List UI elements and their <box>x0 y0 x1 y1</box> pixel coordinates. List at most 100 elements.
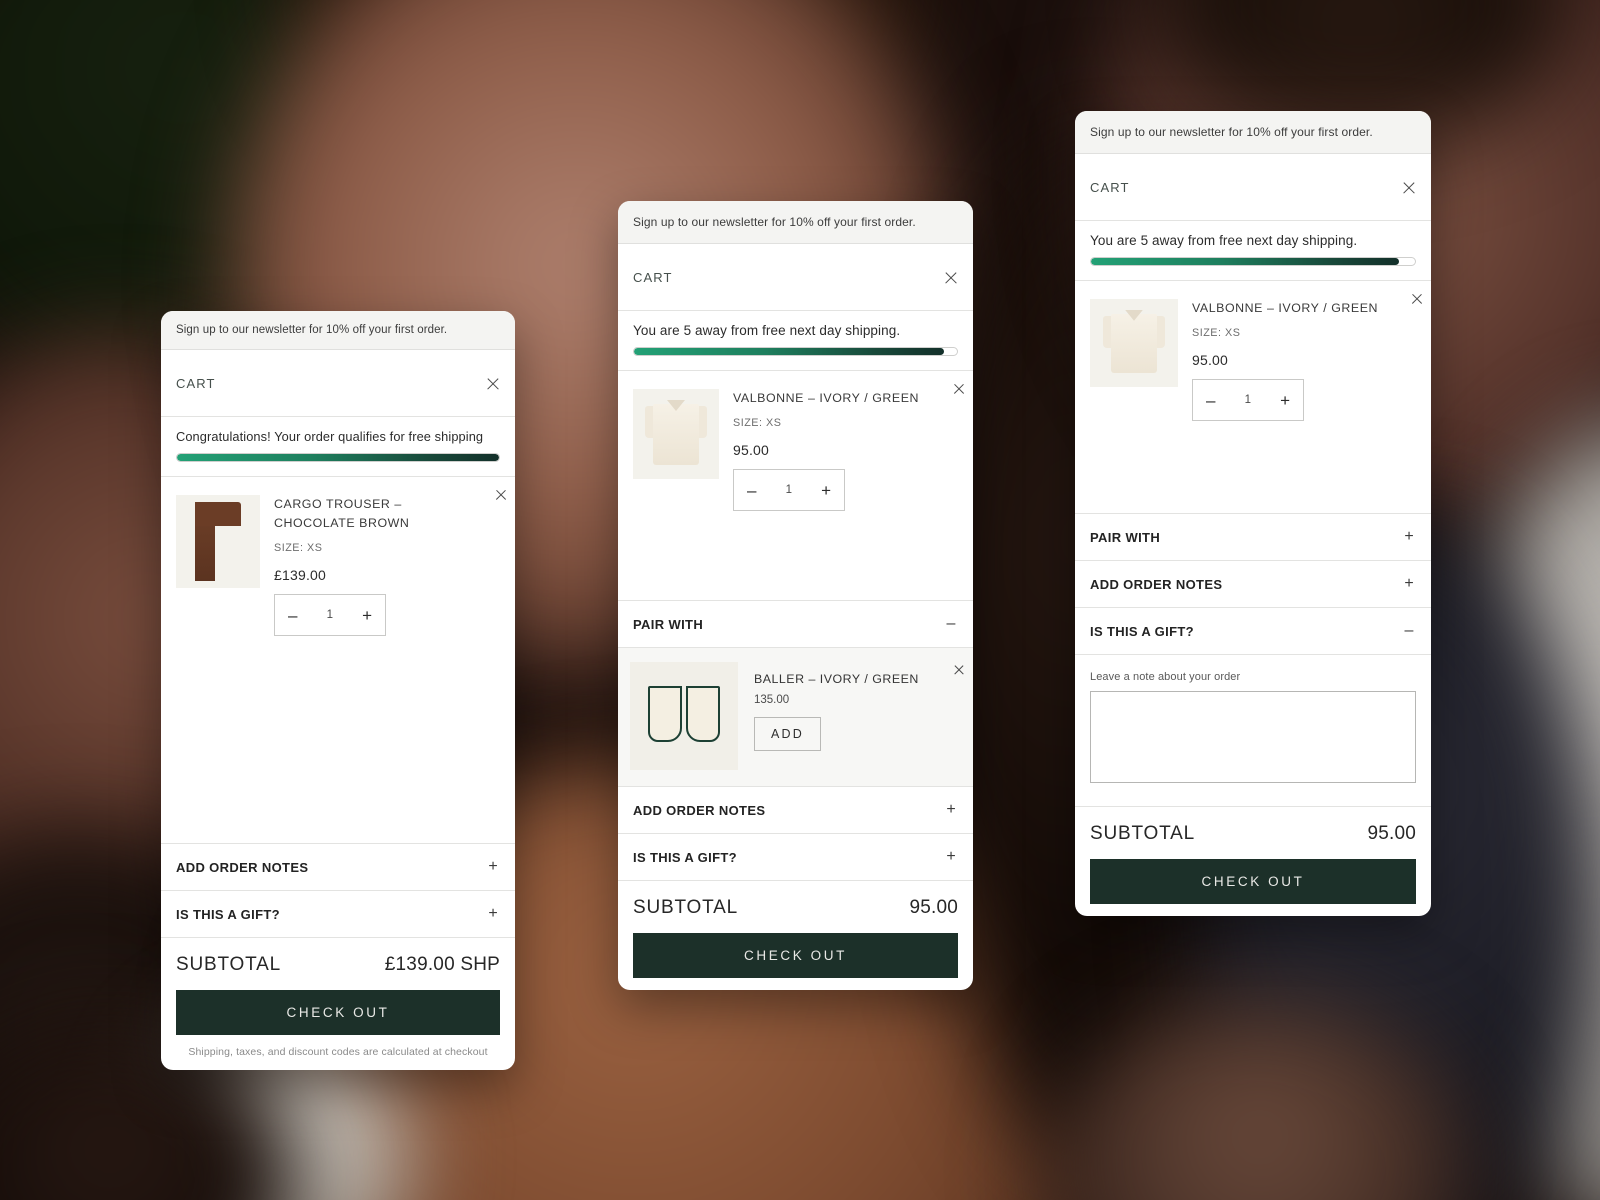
shipping-message: You are 5 away from free next day shippi… <box>633 323 901 338</box>
cart-footer: SUBTOTAL 95.00 CHECK OUT <box>618 880 973 990</box>
product-thumbnail[interactable] <box>176 495 260 588</box>
cart-drawer-1: Sign up to our newsletter for 10% off yo… <box>161 311 515 1070</box>
accordion-pair-with[interactable]: PAIR WITH – <box>618 600 973 647</box>
subtotal-row: SUBTOTAL £139.00 SHP <box>176 954 500 976</box>
progress-track <box>633 347 958 356</box>
checkout-disclaimer: Shipping, taxes, and discount codes are … <box>188 1046 488 1058</box>
product-size: SIZE: XS <box>733 417 782 430</box>
progress-fill <box>1091 258 1399 265</box>
cart-title: CART <box>1090 180 1130 195</box>
cart-title: CART <box>633 270 673 285</box>
cart-line-item: VALBONNE – IVORY / GREEN SIZE: XS 95.00 … <box>1075 281 1431 443</box>
accordion-add-order-notes[interactable]: ADD ORDER NOTES + <box>1075 560 1431 607</box>
cart-title: CART <box>176 376 216 391</box>
quantity-stepper[interactable]: – 1 + <box>733 469 845 512</box>
minus-icon: – <box>946 615 956 632</box>
announcement-bar[interactable]: Sign up to our newsletter for 10% off yo… <box>161 311 515 350</box>
accordion-label: PAIR WITH <box>1090 529 1161 545</box>
decrease-quantity-button[interactable]: – <box>288 607 297 624</box>
increase-quantity-button[interactable]: + <box>1280 392 1290 409</box>
cart-line-item: VALBONNE – IVORY / GREEN SIZE: XS 95.00 … <box>618 371 973 533</box>
add-to-cart-button[interactable]: ADD <box>754 717 821 751</box>
close-icon[interactable] <box>1401 180 1416 195</box>
close-icon[interactable] <box>943 270 958 285</box>
flex-spacer <box>161 751 515 843</box>
decrease-quantity-button[interactable]: – <box>1206 392 1215 409</box>
minus-icon: – <box>1404 622 1414 639</box>
accordion-is-this-a-gift[interactable]: IS THIS A GIFT? – <box>1075 607 1431 654</box>
cart-drawer-3: Sign up to our newsletter for 10% off yo… <box>1075 111 1431 916</box>
product-price: £139.00 <box>274 567 327 584</box>
order-note-label: Leave a note about your order <box>1090 671 1241 683</box>
plus-icon: + <box>488 905 498 922</box>
quantity-value: 1 <box>326 609 333 622</box>
free-shipping-progress: Congratulations! Your order qualifies fo… <box>161 417 515 477</box>
announcement-bar[interactable]: Sign up to our newsletter for 10% off yo… <box>1075 111 1431 154</box>
plus-icon: + <box>1404 575 1414 592</box>
product-price: 95.00 <box>733 442 770 459</box>
accordion-is-this-a-gift[interactable]: IS THIS A GIFT? + <box>161 890 515 937</box>
accordion-pair-with[interactable]: PAIR WITH + <box>1075 513 1431 560</box>
accordion-label: ADD ORDER NOTES <box>1090 576 1223 592</box>
close-icon[interactable] <box>485 376 500 391</box>
accordion-is-this-a-gift[interactable]: IS THIS A GIFT? + <box>618 833 973 880</box>
product-price: 95.00 <box>1192 352 1229 369</box>
cart-drawer-2: Sign up to our newsletter for 10% off yo… <box>618 201 973 990</box>
quantity-stepper[interactable]: – 1 + <box>274 594 386 637</box>
product-title[interactable]: CARGO TROUSER – CHOCOLATE BROWN <box>274 495 482 533</box>
progress-track <box>1090 257 1416 266</box>
announcement-bar[interactable]: Sign up to our newsletter for 10% off yo… <box>618 201 973 244</box>
cart-items: CARGO TROUSER – CHOCOLATE BROWN SIZE: XS… <box>161 477 515 751</box>
product-thumbnail[interactable] <box>1090 299 1178 387</box>
product-thumbnail[interactable] <box>630 662 738 770</box>
quantity-stepper[interactable]: – 1 + <box>1192 379 1304 422</box>
cart-header: CART <box>618 244 973 311</box>
product-title[interactable]: VALBONNE – IVORY / GREEN <box>733 389 940 408</box>
subtotal-row: SUBTOTAL 95.00 <box>1090 823 1416 845</box>
product-title[interactable]: BALLER – IVORY / GREEN <box>754 672 939 686</box>
accordion-label: IS THIS A GIFT? <box>633 849 737 865</box>
shirt-icon <box>645 398 707 465</box>
increase-quantity-button[interactable]: + <box>362 607 372 624</box>
product-thumbnail[interactable] <box>633 389 719 479</box>
product-size: SIZE: XS <box>274 542 323 555</box>
progress-fill <box>177 454 499 461</box>
checkout-button[interactable]: CHECK OUT <box>633 933 958 978</box>
cart-footer: SUBTOTAL 95.00 CHECK OUT <box>1075 806 1431 916</box>
progress-fill <box>634 348 945 355</box>
pair-with-panel: BALLER – IVORY / GREEN 135.00 ADD <box>618 647 973 786</box>
subtotal-label: SUBTOTAL <box>633 897 738 918</box>
order-note-input[interactable] <box>1090 691 1416 783</box>
cart-header: CART <box>161 350 515 417</box>
plus-icon: + <box>1404 528 1414 545</box>
accordion-label: IS THIS A GIFT? <box>176 906 280 922</box>
cart-header: CART <box>1075 154 1431 221</box>
decrease-quantity-button[interactable]: – <box>747 482 756 499</box>
product-size: SIZE: XS <box>1192 327 1241 340</box>
subtotal-label: SUBTOTAL <box>176 954 281 975</box>
cart-footer: SUBTOTAL £139.00 SHP CHECK OUT Shipping,… <box>161 937 515 1070</box>
accordion-add-order-notes[interactable]: ADD ORDER NOTES + <box>161 843 515 890</box>
subtotal-value: £139.00 SHP <box>384 954 500 975</box>
quantity-value: 1 <box>1244 394 1251 407</box>
accordion-add-order-notes[interactable]: ADD ORDER NOTES + <box>618 786 973 833</box>
accordion-label: ADD ORDER NOTES <box>633 802 766 818</box>
cart-items: VALBONNE – IVORY / GREEN SIZE: XS 95.00 … <box>618 371 973 600</box>
product-title[interactable]: VALBONNE – IVORY / GREEN <box>1192 299 1398 318</box>
increase-quantity-button[interactable]: + <box>821 482 831 499</box>
shipping-message: You are 5 away from free next day shippi… <box>1090 233 1358 248</box>
free-shipping-progress: You are 5 away from free next day shippi… <box>1075 221 1431 281</box>
quantity-value: 1 <box>785 484 792 497</box>
accordion-label: ADD ORDER NOTES <box>176 859 309 875</box>
checkout-button[interactable]: CHECK OUT <box>176 990 500 1035</box>
subtotal-label: SUBTOTAL <box>1090 823 1195 844</box>
shirt-icon <box>1103 308 1165 373</box>
progress-track <box>176 453 500 462</box>
plus-icon: + <box>946 848 956 865</box>
product-price: 135.00 <box>754 694 790 706</box>
subtotal-value: 95.00 <box>909 897 958 918</box>
checkout-button[interactable]: CHECK OUT <box>1090 859 1416 904</box>
subtotal-row: SUBTOTAL 95.00 <box>633 897 958 919</box>
accordion-label: IS THIS A GIFT? <box>1090 623 1194 639</box>
order-note-panel: Leave a note about your order <box>1075 654 1431 806</box>
